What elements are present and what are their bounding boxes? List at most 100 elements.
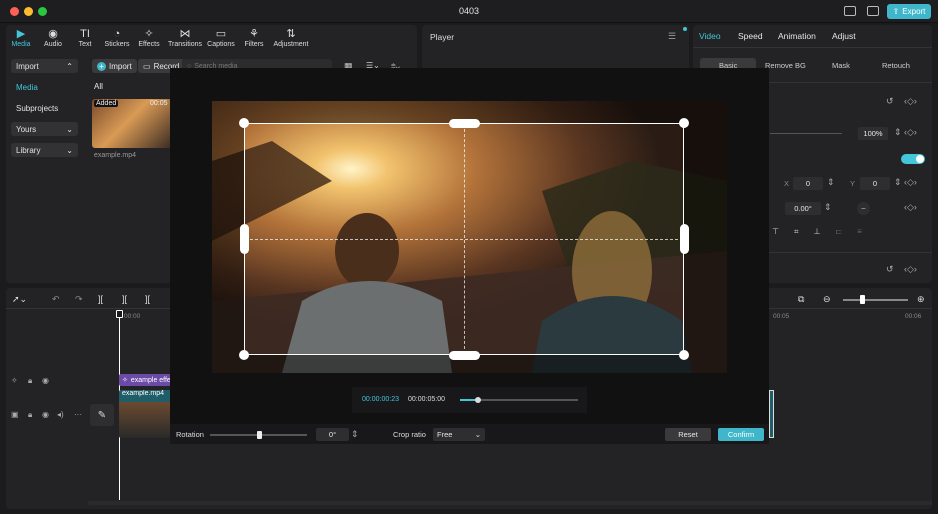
sub-tab-mask[interactable]: Mask [832, 61, 850, 70]
select-tool-icon[interactable]: ➚⌄ [12, 294, 27, 305]
confirm-button[interactable]: Confirm [718, 428, 764, 441]
effect-clip[interactable]: ✧ example effe [119, 374, 171, 386]
playhead-handle[interactable] [116, 310, 123, 318]
tool-effects[interactable]: ✧ Effects [133, 28, 165, 48]
lock-icon[interactable]: 🔒︎ [28, 410, 32, 420]
crop-handle-right[interactable] [680, 224, 689, 254]
zoom-out-icon[interactable]: ⊖ [823, 294, 831, 305]
sidebar-item-yours[interactable]: Yours ⌄ [11, 122, 78, 136]
crop-handle-top[interactable] [449, 119, 480, 128]
stepper-icon[interactable]: ⇕ [351, 429, 359, 440]
stepper-icon[interactable]: ⇕ [827, 177, 835, 188]
preview-icon[interactable]: ⧉ [798, 294, 804, 305]
crop-scrubber[interactable] [460, 397, 578, 403]
window-title: 0403 [458, 6, 480, 16]
more-icon[interactable]: ··· [74, 410, 82, 419]
tool-adjustment[interactable]: ⇅ Adjustment [271, 28, 311, 48]
keyframe-icon[interactable]: ‹◇› [904, 177, 917, 188]
rotation-slider[interactable] [210, 431, 307, 439]
tool-stickers[interactable]: ◔ Stickers [101, 28, 133, 48]
media-thumbnail[interactable]: Added 00:05 [92, 99, 172, 148]
rotate-input[interactable]: 0.00° [785, 202, 821, 215]
sub-tab-retouch[interactable]: Retouch [882, 61, 910, 70]
reset-button[interactable]: Reset [665, 428, 711, 441]
audio-icon: ◉ [48, 28, 58, 40]
split-left-icon[interactable]: ][ [122, 294, 127, 304]
align-top-icon[interactable]: ⊤ [772, 227, 779, 239]
zoom-slider[interactable] [843, 299, 908, 301]
rotation-input[interactable]: 0° [316, 428, 349, 441]
sidebar-item-library[interactable]: Library ⌄ [11, 143, 78, 157]
layout-icon[interactable] [844, 6, 856, 16]
tool-text[interactable]: TI Text [69, 28, 101, 48]
lock-icon[interactable]: 🔒︎ [28, 376, 32, 386]
redo-icon[interactable]: ↷ [75, 294, 83, 305]
reset-icon[interactable]: ↺ [886, 96, 894, 107]
align-middle-icon[interactable]: ⌗ [794, 227, 799, 239]
edit-cover-icon[interactable]: ✎ [90, 404, 114, 426]
align-bottom-icon[interactable]: ⊥ [813, 227, 820, 239]
crop-scrubber-handle[interactable] [474, 397, 481, 403]
crop-ratio-select[interactable]: Free ⌄ [433, 428, 485, 441]
align-center-icon[interactable]: ≡ [857, 227, 862, 239]
video-clip-end[interactable] [769, 390, 774, 438]
tool-audio[interactable]: ◉ Audio [37, 28, 69, 48]
crop-handle-top-left[interactable] [239, 118, 249, 128]
scale-slider[interactable] [770, 133, 842, 134]
filter-all-label[interactable]: All [94, 82, 103, 91]
tool-media[interactable]: ▶ Media [5, 28, 37, 48]
shortcut-icon[interactable] [867, 6, 879, 16]
stepper-icon[interactable]: ⇕ [894, 127, 902, 138]
tab-adjust[interactable]: Adjust [832, 31, 856, 41]
sub-tab-remove-bg[interactable]: Remove BG [765, 61, 806, 70]
scale-input[interactable]: 100% [858, 127, 888, 140]
chevron-down-icon: ⌄ [474, 430, 481, 439]
zoom-in-icon[interactable]: ⊕ [917, 294, 925, 305]
crop-handle-top-right[interactable] [679, 118, 689, 128]
sidebar-item-media[interactable]: Media [11, 80, 78, 94]
crop-handle-bottom-left[interactable] [239, 350, 249, 360]
menu-icon[interactable]: ☰ [668, 31, 676, 42]
uniform-scale-toggle[interactable] [901, 154, 925, 164]
crop-ratio-value: Free [437, 430, 453, 439]
crop-handle-bottom[interactable] [449, 351, 480, 360]
x-input[interactable]: 0 [793, 177, 823, 190]
import-button[interactable]: + Import [92, 59, 137, 73]
tab-video[interactable]: Video [699, 31, 721, 41]
y-input[interactable]: 0 [860, 177, 890, 190]
sidebar-item-import[interactable]: Import ⌃ [11, 59, 78, 73]
eye-icon[interactable]: ◉ [42, 376, 49, 385]
undo-icon[interactable]: ↶ [52, 294, 60, 305]
align-left-icon[interactable]: ⊏ [835, 227, 842, 239]
crop-handle-left[interactable] [240, 224, 249, 254]
zoom-slider-handle[interactable] [860, 295, 865, 304]
video-clip[interactable]: example.mp4 [119, 390, 171, 438]
tool-captions[interactable]: ▭ Captions [205, 28, 237, 48]
stepper-icon[interactable]: ⇕ [824, 202, 832, 213]
crop-box[interactable] [244, 123, 684, 355]
stepper-icon[interactable]: ⇕ [894, 177, 902, 188]
keyframe-icon[interactable]: ‹◇› [904, 96, 917, 107]
export-button[interactable]: ⇪ Export [887, 4, 931, 19]
tool-filters[interactable]: ⚘ Filters [238, 28, 270, 48]
split-icon[interactable]: ][ [98, 294, 103, 304]
crop-handle-bottom-right[interactable] [679, 350, 689, 360]
keyframe-icon[interactable]: ‹◇› [904, 202, 917, 213]
tool-transitions[interactable]: ⋈ Transitions [166, 28, 204, 48]
effect-clip-label: example effe [130, 376, 171, 384]
player-title: Player [430, 32, 455, 42]
tab-speed[interactable]: Speed [738, 31, 763, 41]
keyframe-icon[interactable]: ‹◇› [904, 127, 917, 138]
rotation-slider-handle[interactable] [256, 431, 262, 439]
keyframe-icon[interactable]: ‹◇› [904, 264, 917, 275]
sidebar-item-subprojects[interactable]: Subprojects [11, 101, 78, 115]
audio-icon[interactable]: ◂) [57, 410, 64, 419]
rotate-dial-icon[interactable]: – [857, 202, 870, 215]
timeline-scrollbar[interactable] [88, 501, 932, 505]
eye-icon[interactable]: ◉ [42, 410, 49, 419]
split-right-icon[interactable]: ][ [145, 294, 150, 304]
reset-icon[interactable]: ↺ [886, 264, 894, 275]
tool-label: Media [11, 41, 31, 48]
filters-icon: ⚘ [249, 28, 259, 40]
tab-animation[interactable]: Animation [778, 31, 816, 41]
